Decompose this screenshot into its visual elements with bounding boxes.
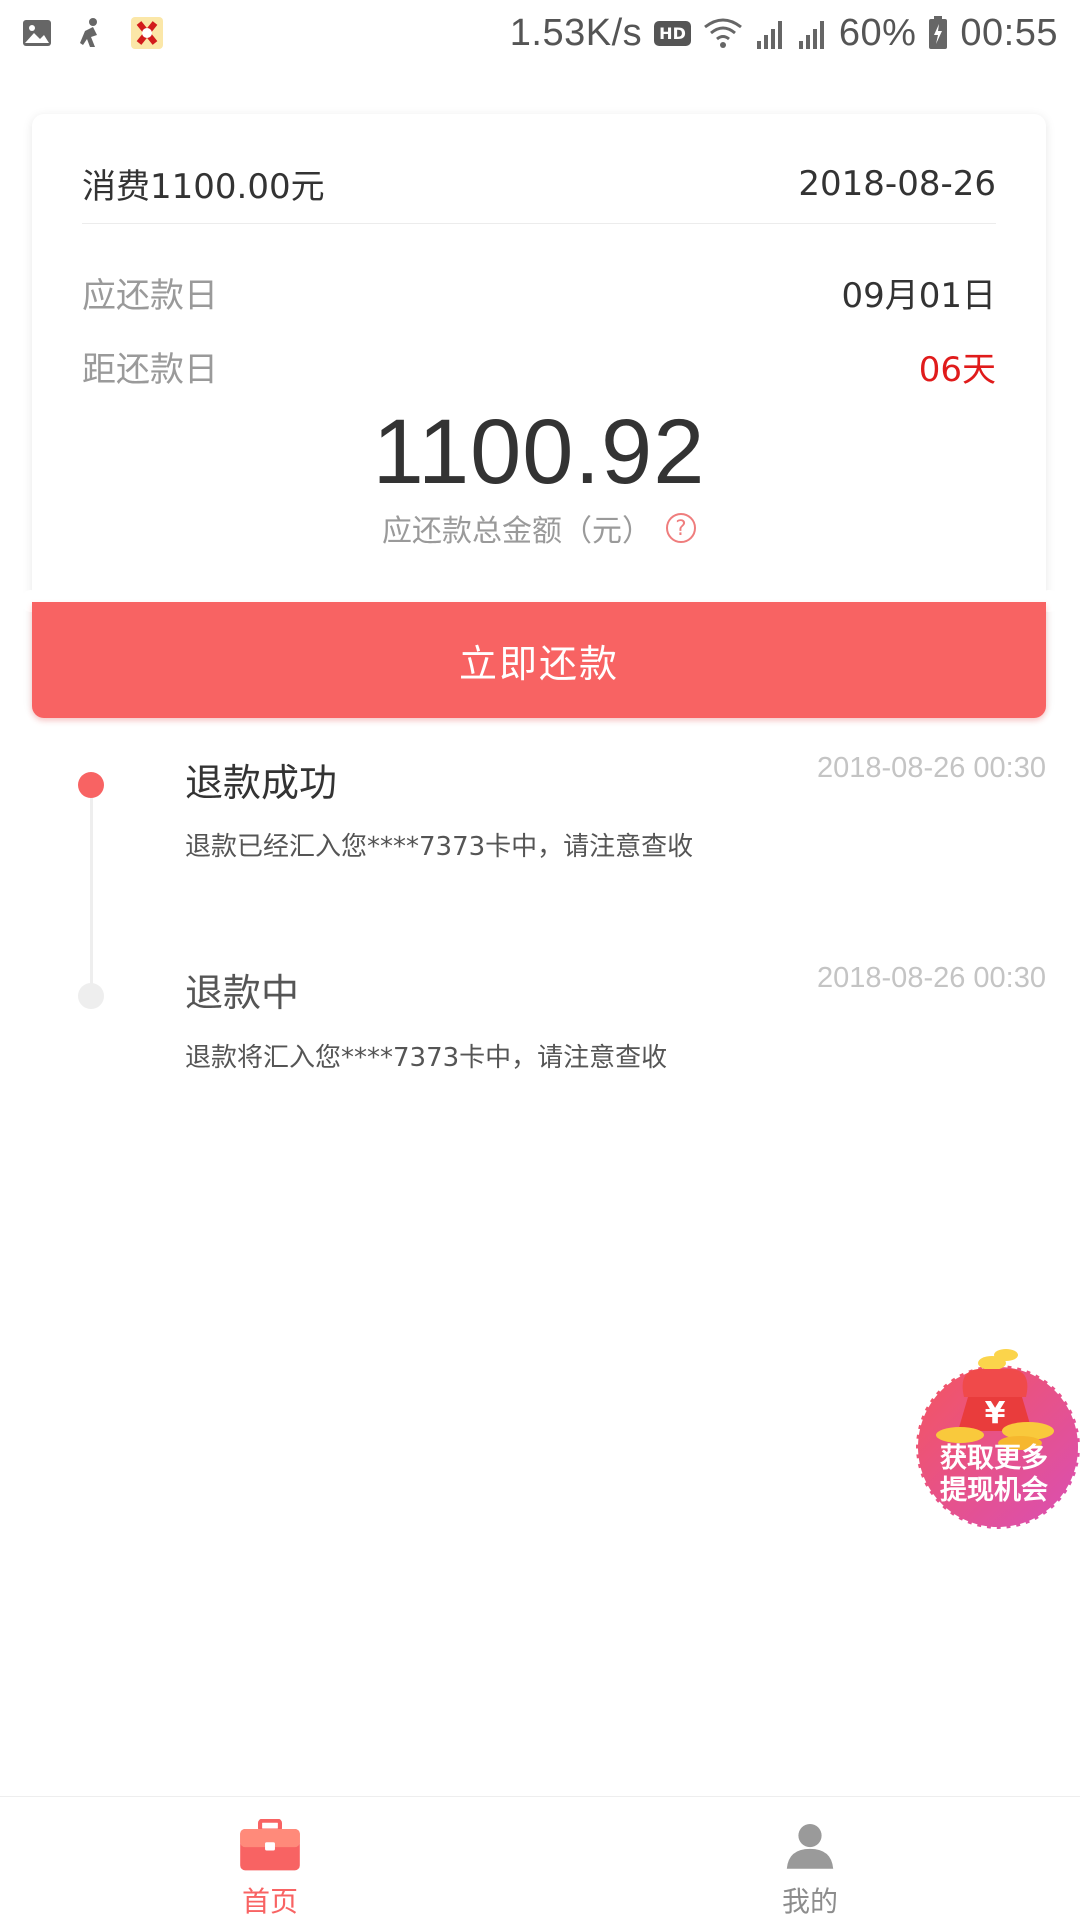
consumption-date: 2018-08-26: [798, 163, 996, 204]
days-left-row: 距还款日 06天: [82, 336, 996, 396]
signal-2g-icon: [798, 21, 824, 49]
total-amount-label: 应还款总金额（元）: [382, 514, 652, 549]
nav-home[interactable]: 首页: [0, 1797, 540, 1920]
due-date-label: 应还款日: [82, 275, 218, 316]
network-speed: 1.53K/s: [509, 11, 643, 54]
timeline-item-time: 2018-08-26 00:30: [817, 962, 1046, 994]
due-date-row: 应还款日 09月01日: [82, 262, 996, 322]
svg-text:¥: ¥: [985, 1396, 1006, 1431]
signal-4g-icon: [756, 21, 782, 49]
nav-mine-label: 我的: [781, 1885, 838, 1918]
nav-mine[interactable]: 我的: [540, 1797, 1080, 1920]
battery-percent: 60%: [838, 11, 917, 54]
timeline-item-desc: 退款已经汇入您****7373卡中，请注意查收: [185, 832, 694, 862]
nav-home-label: 首页: [241, 1885, 298, 1918]
app-notification-icon: [131, 17, 163, 49]
timeline-item-time: 2018-08-26 00:30: [817, 752, 1046, 784]
runner-icon: [80, 18, 97, 47]
timeline-item-title: 退款成功: [185, 761, 338, 805]
promo-line: 提现机会: [940, 1475, 1048, 1506]
consumption-title: 消费1100.00元: [82, 167, 325, 207]
days-left-label: 距还款日: [82, 349, 218, 390]
gallery-icon: [23, 20, 51, 46]
promo-text: 获取更多 提现机会: [908, 1443, 1080, 1507]
timeline-item-desc: 退款将汇入您****7373卡中，请注意查收: [185, 1043, 668, 1073]
due-date-value: 09月01日: [841, 275, 996, 316]
battery-icon: [929, 16, 948, 49]
total-amount: 1100.92: [372, 401, 706, 503]
promo-line: 获取更多: [940, 1443, 1048, 1474]
timeline-dot-active: [78, 772, 104, 798]
clock: 00:55: [960, 11, 1058, 54]
briefcase-icon: [240, 1819, 300, 1871]
repay-now-button[interactable]: 立即还款: [32, 602, 1046, 718]
bottom-nav: 首页 我的: [0, 1796, 1080, 1920]
timeline-line: [90, 785, 93, 995]
hd-badge: HD: [654, 20, 691, 46]
timeline-dot-pending: [78, 983, 104, 1009]
timeline-item-title: 退款中: [185, 971, 300, 1015]
wifi-icon: [703, 18, 742, 48]
help-icon[interactable]: ?: [666, 513, 696, 543]
bill-header: 消费1100.00元 2018-08-26: [82, 144, 996, 224]
status-bar: 1.53K/s HD 60% 00:55: [0, 0, 1080, 66]
total-amount-caption: 应还款总金额（元） ?: [32, 506, 1046, 550]
cash-promo-button[interactable]: ¥ 获取更多 提现机会: [908, 1335, 1080, 1531]
user-icon: [786, 1823, 834, 1869]
days-left-value: 06天: [918, 349, 996, 390]
